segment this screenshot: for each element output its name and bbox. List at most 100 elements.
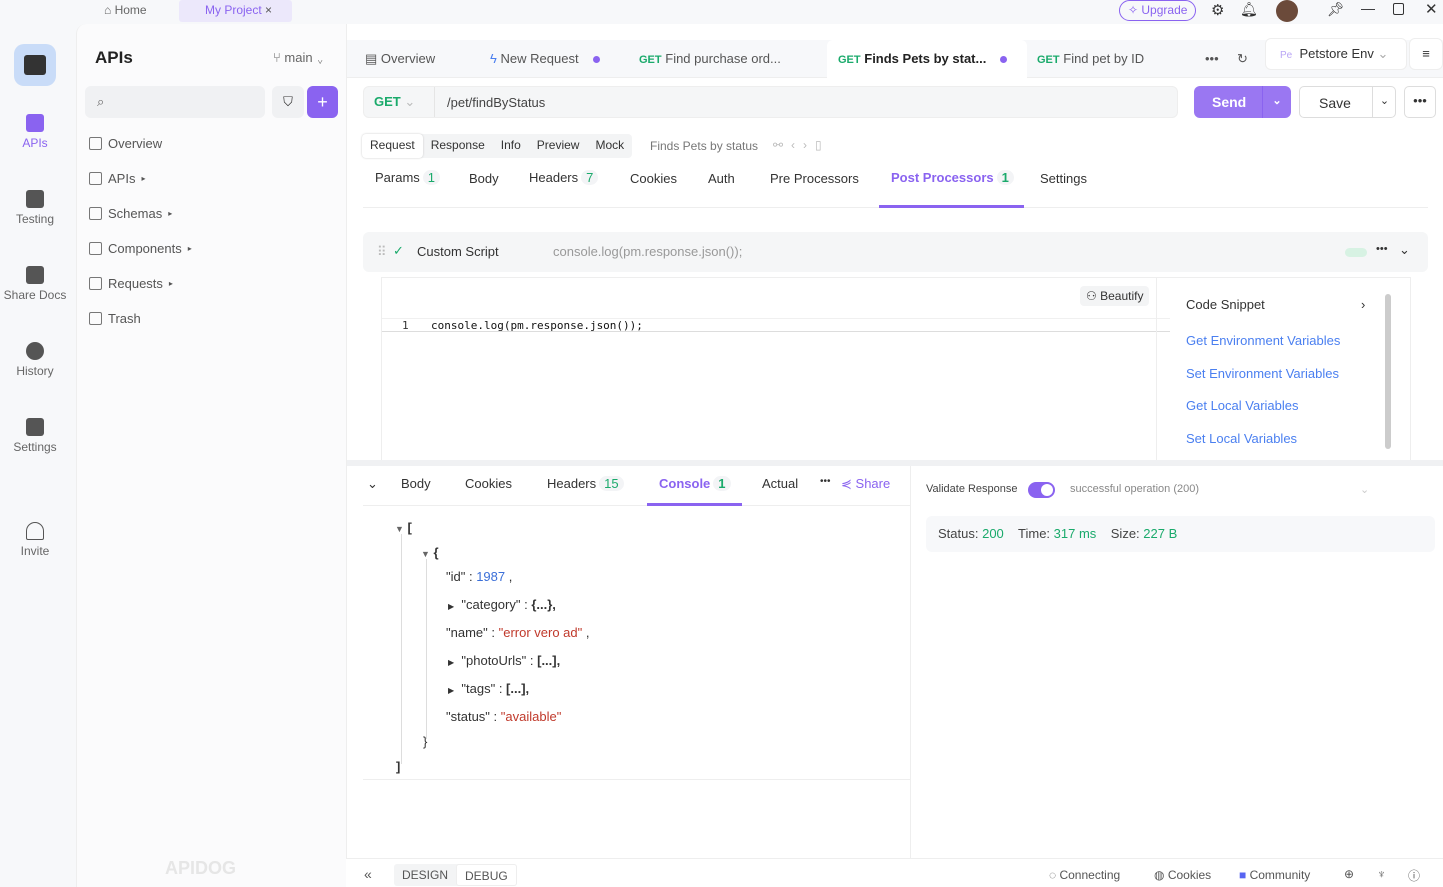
tab-actual[interactable]: Actual: [762, 476, 798, 491]
collapse-icon[interactable]: ⌄: [367, 476, 378, 492]
debug-mode-button[interactable]: DEBUG: [456, 864, 517, 886]
subtab-info[interactable]: Info: [493, 134, 529, 158]
sidebar-item-schemas[interactable]: Schemas ▸: [89, 206, 172, 221]
add-button[interactable]: +: [307, 86, 338, 118]
json-category[interactable]: ▶ "category" : {...},: [448, 597, 556, 612]
tab-find-purchase-order[interactable]: GET Find purchase ord...: [639, 40, 781, 78]
sidebar-item-apis[interactable]: APIs ▸: [89, 171, 145, 186]
discord-icon: ■: [1239, 868, 1247, 882]
method-select[interactable]: GET ⌄: [374, 94, 415, 110]
maximize-icon[interactable]: [1393, 3, 1404, 15]
branch-selector[interactable]: ⑂ main ⌄: [273, 50, 324, 65]
minimize-icon[interactable]: —: [1361, 0, 1375, 16]
rail-share-docs[interactable]: Share Docs: [0, 266, 70, 302]
close-window-icon[interactable]: ✕: [1425, 0, 1438, 18]
rail-testing[interactable]: Testing: [0, 190, 70, 226]
rail-settings[interactable]: Settings: [0, 418, 70, 454]
tab-headers[interactable]: Headers 7: [529, 170, 599, 185]
snippet-get-local[interactable]: Get Local Variables: [1186, 398, 1299, 413]
custom-script-header[interactable]: ⠿ ✓ Custom Script console.log(pm.respons…: [363, 232, 1428, 272]
drag-handle-icon[interactable]: ⠿: [377, 244, 387, 260]
gear-icon[interactable]: ⚙: [1211, 1, 1224, 19]
more-icon[interactable]: •••: [820, 476, 831, 487]
title-bar: ⌂ Home My Project × ✧ Upgrade ⚙ 🔔︎ 📌︎ — …: [0, 0, 1443, 24]
sidebar-item-requests[interactable]: Requests ▸: [89, 276, 173, 291]
send-button[interactable]: Send ⌄: [1194, 86, 1291, 118]
refresh-icon[interactable]: ↻: [1237, 40, 1248, 78]
tab-params[interactable]: Params 1: [375, 170, 441, 185]
home-tab[interactable]: ⌂ Home: [104, 3, 147, 17]
upload-icon[interactable]: ⊕: [1344, 867, 1354, 881]
shirt-icon[interactable]: ♆: [1377, 867, 1386, 881]
tab-headers[interactable]: Headers 15: [547, 476, 624, 491]
link-code-layout-icons[interactable]: ⚯‹›▯: [773, 138, 830, 152]
code-snippet-title[interactable]: Code Snippet ›: [1186, 297, 1365, 312]
tab-post-processors[interactable]: Post Processors 1: [879, 170, 1024, 208]
panel-resizer[interactable]: [347, 460, 1443, 466]
snippet-get-env[interactable]: Get Environment Variables: [1186, 333, 1340, 348]
environment-selector[interactable]: Pe Petstore Env ⌄: [1265, 38, 1407, 70]
json-array-open[interactable]: ▼ [: [395, 520, 412, 535]
tab-new-request[interactable]: ϟ New Request: [490, 40, 600, 78]
close-icon[interactable]: ×: [265, 3, 272, 17]
snippet-set-local[interactable]: Set Local Variables: [1186, 431, 1297, 446]
validate-toggle[interactable]: [1028, 482, 1055, 498]
tab-body[interactable]: Body: [469, 171, 499, 186]
tab-cookies[interactable]: Cookies: [465, 476, 512, 491]
response-schema-select[interactable]: successful operation (200) ⌄: [1070, 483, 1370, 496]
sidebar-item-overview[interactable]: Overview: [89, 136, 162, 151]
subtab-mock[interactable]: Mock: [587, 134, 632, 158]
tab-settings[interactable]: Settings: [1040, 171, 1087, 186]
watermark-logo: APIDOG: [165, 858, 237, 878]
json-tags[interactable]: ▶ "tags" : [...],: [448, 681, 529, 696]
tab-pre-processors[interactable]: Pre Processors: [770, 171, 859, 186]
rail-history[interactable]: History: [0, 342, 70, 378]
upgrade-button[interactable]: ✧ Upgrade: [1119, 0, 1197, 21]
more-tabs-button[interactable]: •••: [1205, 40, 1219, 78]
scrollbar[interactable]: [1385, 294, 1391, 449]
rail-apis[interactable]: APIs: [0, 114, 70, 150]
sidebar-item-trash[interactable]: Trash: [89, 311, 141, 326]
tab-console[interactable]: Console 1: [647, 476, 742, 506]
help-icon[interactable]: ⓘ: [1408, 867, 1420, 884]
subtab-response[interactable]: Response: [423, 134, 493, 158]
url-input[interactable]: /pet/findByStatus: [434, 87, 557, 117]
testing-icon: [26, 190, 44, 208]
tab-finds-pets-by-status[interactable]: GET Finds Pets by stat...: [827, 40, 1027, 79]
menu-icon[interactable]: ≡: [1409, 38, 1443, 70]
connecting-status[interactable]: ◌ Connecting: [1049, 868, 1120, 882]
beautify-button[interactable]: ⚇ Beautify: [1080, 286, 1150, 306]
bell-icon[interactable]: 🔔︎: [1240, 1, 1258, 18]
more-options-button[interactable]: •••: [1404, 86, 1436, 118]
cookies-button[interactable]: ◍ Cookies: [1154, 868, 1211, 882]
save-dropdown[interactable]: ⌄: [1372, 87, 1396, 117]
code-line[interactable]: console.log(pm.response.json());: [431, 319, 643, 332]
tab-body[interactable]: Body: [401, 476, 431, 491]
save-button[interactable]: Save ⌄: [1299, 86, 1396, 118]
sidebar-item-components[interactable]: Components ▸: [89, 241, 192, 256]
script-editor[interactable]: ⚇ Beautify 1 console.log(pm.response.jso…: [381, 277, 1411, 462]
tab-cookies[interactable]: Cookies: [630, 171, 677, 186]
community-button[interactable]: ■ Community: [1239, 868, 1310, 882]
more-icon[interactable]: •••: [1376, 243, 1388, 255]
tab-auth[interactable]: Auth: [708, 171, 735, 186]
project-tab[interactable]: My Project ×: [179, 0, 292, 22]
subtab-preview[interactable]: Preview: [529, 134, 588, 158]
script-toggle[interactable]: [1345, 248, 1367, 257]
filter-button[interactable]: ⛉: [272, 86, 304, 118]
avatar[interactable]: [1276, 0, 1298, 22]
collapse-sidebar-icon[interactable]: «: [364, 866, 372, 882]
subtab-request[interactable]: Request: [362, 134, 423, 158]
tab-find-pet-by-id[interactable]: GET Find pet by ID: [1037, 40, 1144, 78]
send-dropdown[interactable]: ⌄: [1262, 86, 1291, 118]
design-mode-button[interactable]: DESIGN: [394, 864, 456, 886]
snippet-set-env[interactable]: Set Environment Variables: [1186, 366, 1339, 381]
chevron-down-icon[interactable]: ⌄: [1399, 242, 1410, 258]
rail-invite[interactable]: Invite: [0, 522, 70, 558]
pin-icon[interactable]: 📌︎: [1327, 1, 1345, 18]
json-photo-urls[interactable]: ▶ "photoUrls" : [...],: [448, 653, 560, 668]
json-object-open[interactable]: ▼ {: [421, 545, 439, 560]
search-input[interactable]: ⌕: [85, 86, 265, 118]
share-button[interactable]: ⋞ Share: [841, 476, 890, 492]
tab-overview[interactable]: ▤ Overview: [365, 40, 435, 78]
